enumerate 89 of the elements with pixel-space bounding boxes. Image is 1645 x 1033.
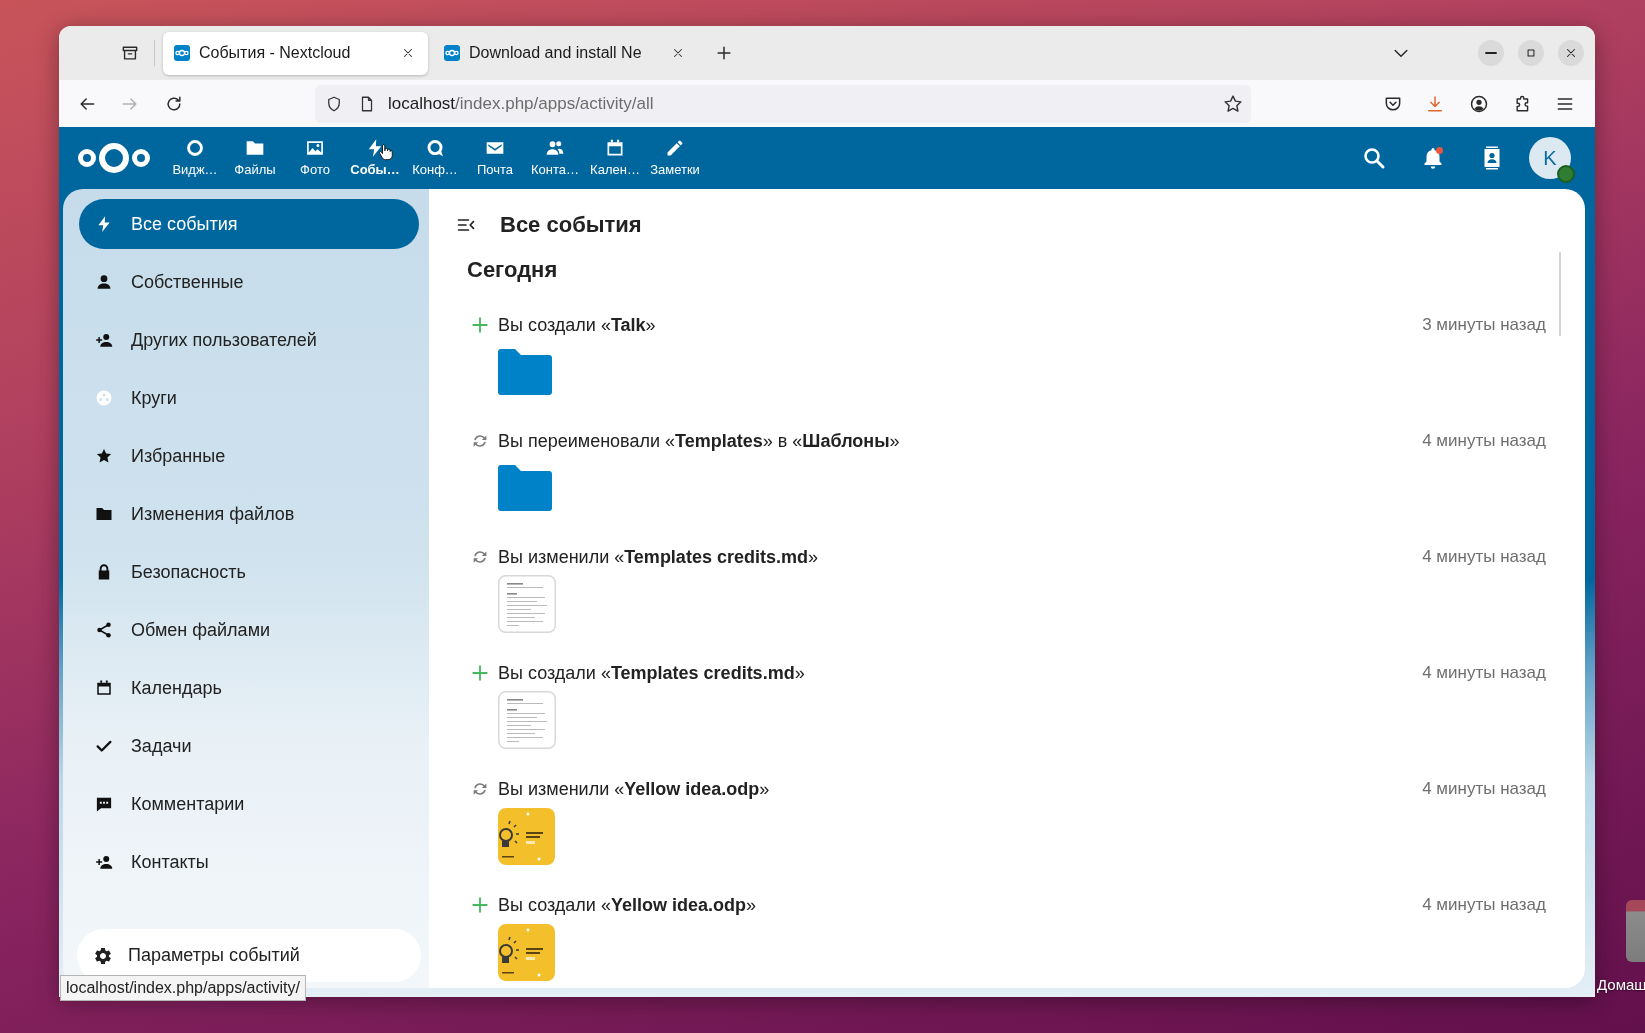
app-launcher-button[interactable]: Конта…	[525, 127, 585, 189]
sidebar-item[interactable]: Круги	[79, 373, 419, 423]
activity-time: 4 минуты назад	[1422, 663, 1546, 683]
page-title: Все события	[500, 211, 642, 239]
sidebar-item[interactable]: Комментарии	[79, 779, 419, 829]
sidebar-item[interactable]: Обмен файлами	[79, 605, 419, 655]
activity-text: Вы создали «Yellow idea.odp»	[498, 894, 756, 916]
close-icon	[671, 46, 685, 60]
browser-tab[interactable]: События - Nextcloud	[163, 31, 428, 75]
download-icon	[1425, 93, 1445, 114]
app-launcher-button[interactable]: Собы…	[345, 127, 405, 189]
folder-icon	[95, 505, 113, 523]
activity-text: Вы создали «Talk»	[498, 314, 656, 336]
folder-thumbnail[interactable]	[498, 349, 552, 395]
image-icon	[305, 138, 325, 158]
gear-icon	[93, 945, 113, 966]
plus-icon	[471, 896, 489, 914]
folder-thumbnail[interactable]	[498, 465, 552, 511]
maximize-button[interactable]	[1518, 40, 1544, 66]
people-icon	[545, 138, 565, 158]
sidebar-item[interactable]: Задачи	[79, 721, 419, 771]
status-url-tooltip: localhost/index.php/apps/activity/	[60, 975, 306, 1001]
minimize-icon	[1485, 52, 1497, 54]
hand-cursor-icon	[378, 144, 393, 161]
app-launcher-button[interactable]: Файлы	[225, 127, 285, 189]
person-plus-icon	[95, 331, 113, 349]
presentation-thumbnail[interactable]	[498, 807, 555, 865]
plus-icon	[471, 664, 489, 682]
three-circles-logo-icon[interactable]	[78, 141, 150, 175]
activity-time: 3 минуты назад	[1422, 315, 1546, 335]
sidebar-item[interactable]: Других пользователей	[79, 315, 419, 365]
search-icon	[1362, 146, 1386, 170]
refresh-icon	[471, 432, 489, 450]
presentation-thumbnail[interactable]	[498, 923, 555, 981]
activity-text: Вы создали «Templates credits.md»	[498, 662, 805, 684]
browser-tab[interactable]: Download and install Ne	[433, 31, 698, 75]
desktop-icon-label[interactable]: Домаш	[1597, 975, 1645, 995]
sidebar-item[interactable]: Безопасность	[79, 547, 419, 597]
sidebar-item[interactable]: Собственные	[79, 257, 419, 307]
maximize-icon	[1524, 46, 1538, 60]
account-icon	[1469, 93, 1489, 114]
shield-icon[interactable]	[325, 94, 343, 113]
settings-button[interactable]: Параметры событий	[77, 929, 421, 982]
app-launcher-button[interactable]: Конф…	[405, 127, 465, 189]
plus-icon	[471, 316, 489, 334]
activity-text: Вы изменили «Yellow idea.odp»	[498, 778, 770, 800]
close-icon	[1564, 46, 1578, 60]
three-circles-favicon-icon	[174, 45, 190, 61]
three-circles-favicon-icon	[444, 45, 460, 61]
close-icon	[401, 46, 415, 60]
sidebar-item[interactable]: Избранные	[79, 431, 419, 481]
calendar-icon	[605, 138, 625, 158]
calendar-icon	[95, 679, 113, 697]
url-text[interactable]: localhost/index.php/apps/activity/all	[388, 93, 1223, 114]
document-thumbnail[interactable]	[498, 575, 556, 633]
person-plus-icon	[95, 853, 113, 871]
app-launcher-button[interactable]: Почта	[465, 127, 525, 189]
sidebar-item[interactable]: Все события	[79, 199, 419, 249]
refresh-icon	[471, 780, 489, 798]
document-thumbnail[interactable]	[498, 691, 556, 749]
chat-bubble-icon	[425, 138, 445, 158]
activity-time: 4 минуты назад	[1422, 431, 1546, 451]
comment-icon	[95, 795, 113, 813]
star-outline-icon[interactable]	[1223, 93, 1243, 114]
activity-time: 4 минуты назад	[1422, 547, 1546, 567]
pencil-icon	[665, 138, 685, 158]
app-launcher-button[interactable]: Заметки	[645, 127, 705, 189]
close-window-button[interactable]	[1558, 40, 1584, 66]
section-heading: Сегодня	[467, 256, 559, 284]
minimize-button[interactable]	[1478, 40, 1504, 66]
star-icon	[95, 447, 113, 465]
activity-text: Вы изменили «Templates credits.md»	[498, 546, 818, 568]
address-bar[interactable]: localhost/index.php/apps/activity/all	[315, 84, 1251, 123]
scrollbar-thumb[interactable]	[1559, 252, 1561, 336]
refresh-icon	[471, 548, 489, 566]
sidebar-item[interactable]: Контакты	[79, 837, 419, 887]
activity-time: 4 минуты назад	[1422, 779, 1546, 799]
activity-text: Вы переименовали «Templates» в «Шаблоны»	[498, 430, 900, 452]
app-launcher-button[interactable]: Кален…	[585, 127, 645, 189]
app-launcher-button[interactable]: Видж…	[165, 127, 225, 189]
online-status-icon	[1557, 165, 1575, 183]
app-launcher-button[interactable]: Фото	[285, 127, 345, 189]
folder-icon	[245, 138, 265, 158]
sidebar-item[interactable]: Изменения файлов	[79, 489, 419, 539]
sidebar-item[interactable]: Календарь	[79, 663, 419, 713]
share-icon	[95, 621, 113, 639]
tab-list-icon	[120, 43, 140, 63]
activity-time: 4 минуты назад	[1422, 895, 1546, 915]
person-icon	[95, 273, 113, 291]
